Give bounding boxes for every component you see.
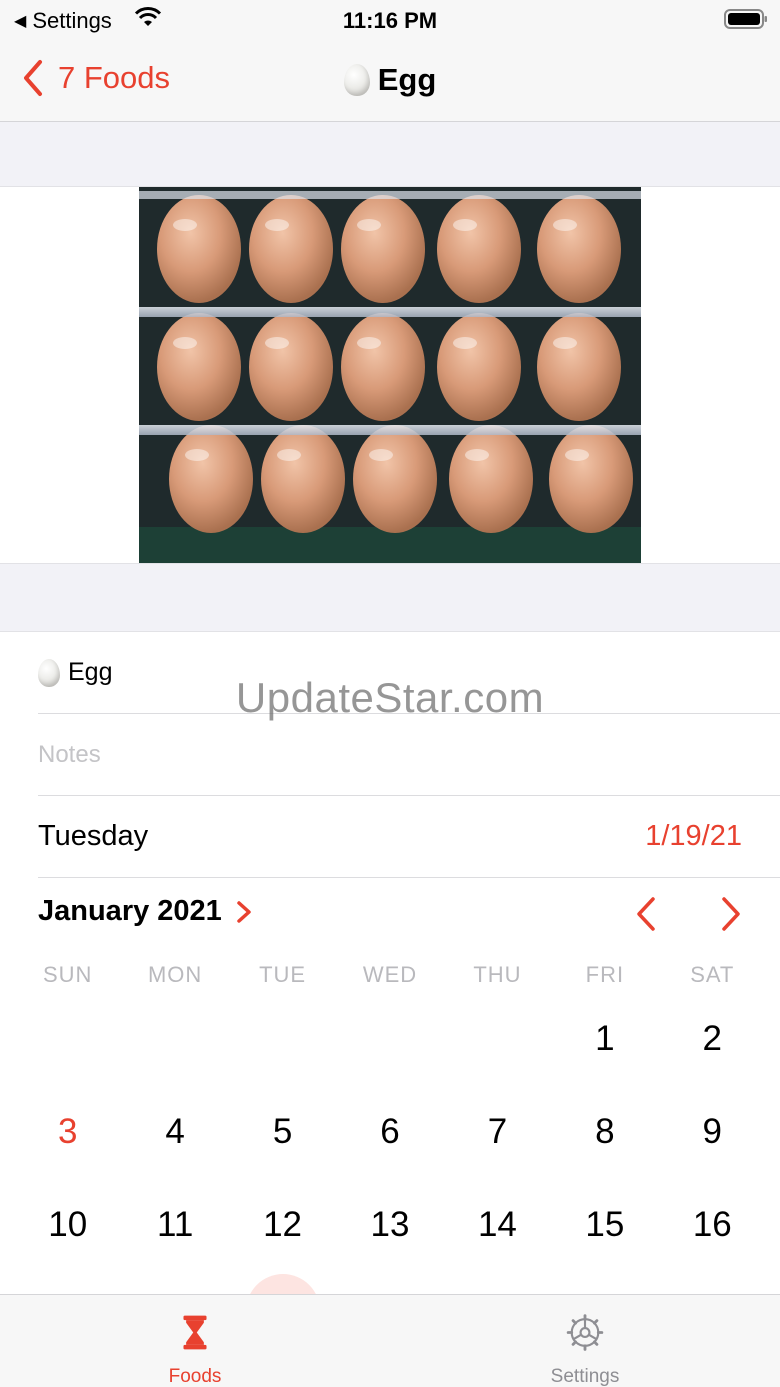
food-photo[interactable] (139, 187, 641, 563)
gear-tooth (592, 1340, 599, 1346)
gear-tooth (571, 1319, 578, 1325)
weekday-label: WED (362, 962, 418, 987)
egg-highlight (465, 449, 489, 461)
weekday-label: MON (147, 962, 203, 987)
weekday-label: Tuesday (38, 820, 149, 852)
egg-highlight (453, 337, 477, 349)
calendar-day[interactable]: 5 (229, 1085, 336, 1178)
egg-shape (537, 313, 621, 421)
gear-icon (566, 1314, 604, 1351)
tab-settings[interactable]: Settings (390, 1295, 780, 1387)
notes-placeholder: Notes (38, 740, 101, 768)
egg-highlight (357, 337, 381, 349)
egg-icon (343, 64, 370, 96)
calendar-day[interactable]: 8 (551, 1085, 658, 1178)
page-title: Egg (0, 62, 780, 98)
egg-shape (249, 195, 333, 303)
weekday-label: SAT (690, 962, 735, 987)
section-separator (0, 122, 780, 187)
egg-highlight (265, 219, 289, 231)
egg-shape (537, 195, 621, 303)
calendar-day[interactable]: 4 (121, 1085, 228, 1178)
calendar-day[interactable]: 11 (121, 1178, 228, 1271)
next-month-button[interactable] (718, 896, 744, 932)
date-row[interactable]: Tuesday 1/19/21 (38, 796, 780, 878)
hourglass-icon (183, 1315, 207, 1350)
egg-highlight (565, 449, 589, 461)
egg-shape (169, 425, 253, 533)
egg-highlight (173, 219, 197, 231)
egg-highlight (369, 449, 393, 461)
egg-highlight (173, 337, 197, 349)
egg-shape (549, 425, 633, 533)
tab-bar: Foods Settings (0, 1294, 780, 1387)
calendar-empty-cell (121, 992, 228, 1085)
egg-shape (341, 195, 425, 303)
calendar-day[interactable]: 1 (551, 992, 658, 1085)
section-separator (0, 563, 780, 632)
page-title-text: Egg (377, 62, 437, 97)
photo-cell[interactable] (0, 187, 780, 563)
calendar-empty-cell (14, 992, 121, 1085)
weekday-label: TUE (259, 962, 307, 987)
calendar-day[interactable]: 6 (336, 1085, 443, 1178)
chevron-right-icon (237, 900, 251, 923)
egg-shape (437, 195, 521, 303)
egg-shape (157, 195, 241, 303)
battery-icon (724, 9, 767, 29)
egg-shape (437, 313, 521, 421)
month-year-picker[interactable]: January 2021 (38, 895, 252, 928)
calendar-day[interactable]: 14 (444, 1178, 551, 1271)
tab-foods-label: Foods (168, 1366, 222, 1387)
calendar-day[interactable]: 12 (229, 1178, 336, 1271)
gear-tooth (592, 1319, 599, 1325)
calendar-empty-cell (336, 992, 443, 1085)
month-label: January 2021 (38, 895, 222, 927)
calendar-days-grid: 1 2 3 4 5 6 7 8 9 10 11 12 13 14 15 16 (14, 992, 766, 1271)
egg-highlight (553, 337, 577, 349)
egg-shape (157, 313, 241, 421)
date-value[interactable]: 1/19/21 (645, 820, 742, 853)
weekday-header: SUN MON TUE WED THU FRI SAT (14, 962, 766, 988)
egg-highlight (553, 219, 577, 231)
calendar-day[interactable]: 7 (444, 1085, 551, 1178)
calendar-day[interactable]: 3 (14, 1085, 121, 1178)
weekday-label: SUN (42, 962, 93, 987)
egg-shape (249, 313, 333, 421)
egg-highlight (357, 219, 381, 231)
weekday-label: THU (473, 962, 522, 987)
calendar-empty-cell (229, 992, 336, 1085)
egg-highlight (265, 337, 289, 349)
calendar-day[interactable]: 2 (659, 992, 766, 1085)
calendar-day[interactable]: 10 (14, 1178, 121, 1271)
tab-foods[interactable]: Foods (0, 1295, 390, 1387)
egg-shape (353, 425, 437, 533)
weekday-label: FRI (585, 962, 625, 987)
status-time: 11:16 PM (342, 8, 438, 33)
calendar-day[interactable]: 15 (551, 1178, 658, 1271)
calendar-day[interactable]: 13 (336, 1178, 443, 1271)
watermark: UpdateStar.com (235, 674, 545, 721)
calendar-day[interactable]: 9 (659, 1085, 766, 1178)
navigation-bar: 7 Foods Egg (0, 40, 780, 122)
egg-shape (449, 425, 533, 533)
notes-field[interactable]: Notes (38, 714, 780, 796)
egg-shape (261, 425, 345, 533)
calendar-day[interactable]: 16 (659, 1178, 766, 1271)
gear-tooth (571, 1340, 578, 1346)
previous-month-button[interactable] (633, 896, 659, 932)
calendar-empty-cell (444, 992, 551, 1085)
egg-highlight (185, 449, 209, 461)
egg-shape (341, 313, 425, 421)
status-bar: ◀ Settings 11:16 PM (0, 0, 780, 40)
tab-settings-label: Settings (550, 1366, 620, 1387)
egg-highlight (453, 219, 477, 231)
egg-highlight (277, 449, 301, 461)
